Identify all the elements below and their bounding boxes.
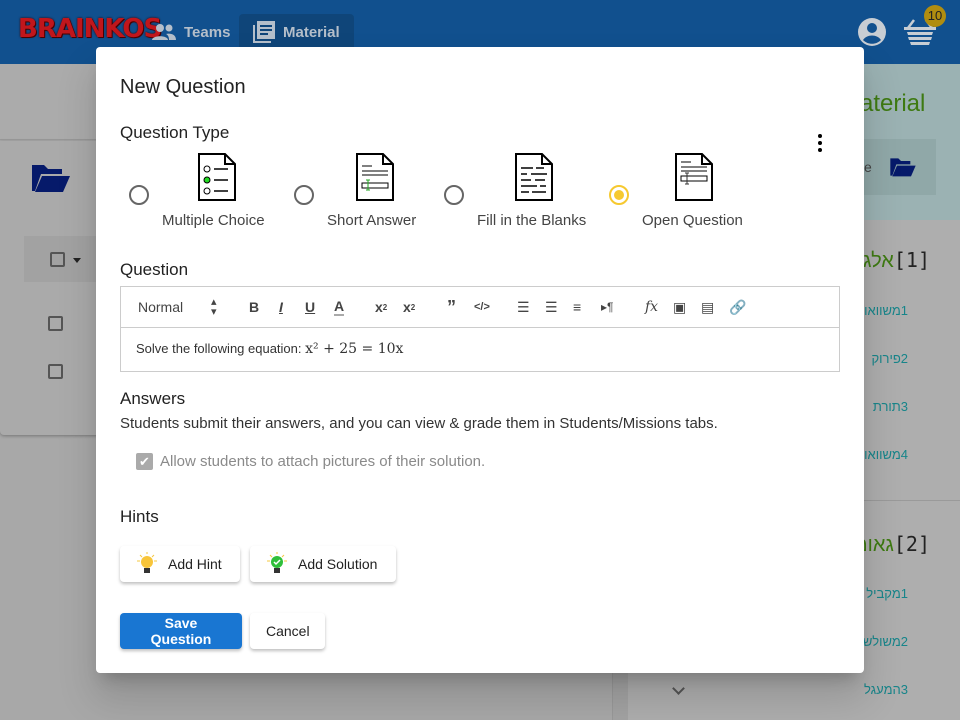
add-solution-label: Add Solution bbox=[298, 556, 378, 572]
lightbulb-icon bbox=[137, 552, 157, 573]
editor-toolbar: Normal ▴ ▾ B I U A x2 x2 ” </> ☰ ☰ ≡ ▸¶ f… bbox=[121, 287, 839, 328]
more-vert-icon[interactable] bbox=[812, 133, 828, 153]
library-books-icon bbox=[253, 21, 275, 43]
allow-pictures-checkbox[interactable]: ✔ bbox=[136, 453, 153, 470]
bullet-list-icon[interactable]: ☰ bbox=[545, 298, 558, 316]
allow-pictures-label: Allow students to attach pictures of the… bbox=[160, 453, 486, 470]
nav-teams-label: Teams bbox=[184, 23, 231, 41]
link-icon[interactable]: 🔗 bbox=[729, 298, 746, 316]
formula-icon[interactable]: fx bbox=[645, 298, 658, 316]
type-label[interactable]: Multiple Choice bbox=[162, 212, 265, 229]
select-arrows-icon[interactable]: ▴ ▾ bbox=[211, 297, 217, 318]
superscript-icon[interactable]: x2 bbox=[403, 298, 415, 316]
material-link[interactable]: 3תורת bbox=[873, 399, 908, 414]
text-direction-icon[interactable]: ▸¶ bbox=[601, 298, 613, 316]
dialog-title: New Question bbox=[120, 76, 246, 98]
people-icon bbox=[152, 24, 176, 40]
account-circle-icon[interactable] bbox=[857, 17, 887, 47]
italic-icon[interactable]: I bbox=[279, 298, 283, 316]
radio-fill-in-the-blanks[interactable] bbox=[444, 185, 464, 205]
dropdown-arrow-icon[interactable] bbox=[73, 258, 81, 267]
folder-open-icon bbox=[890, 158, 916, 177]
material-link[interactable]: 1משוואו bbox=[864, 303, 908, 318]
section-name: אלג bbox=[863, 250, 894, 272]
row-checkbox[interactable] bbox=[48, 364, 63, 379]
material-link[interactable]: 1מקביל bbox=[866, 586, 908, 601]
ordered-list-icon[interactable]: ☰ bbox=[517, 298, 530, 316]
cancel-button[interactable]: Cancel bbox=[250, 613, 325, 649]
underline-icon[interactable]: U bbox=[305, 298, 315, 316]
add-solution-button[interactable]: Add Solution bbox=[250, 546, 396, 582]
new-question-dialog: New Question Question Type Multiple Choi… bbox=[96, 47, 864, 673]
align-icon[interactable]: ≡ bbox=[573, 298, 581, 316]
row-checkbox[interactable] bbox=[48, 316, 63, 331]
answers-label: Answers bbox=[120, 389, 186, 408]
blockquote-icon[interactable]: ” bbox=[447, 297, 456, 317]
nav-material-label: Material bbox=[283, 23, 340, 41]
question-formula: x² + 25 = 10x bbox=[305, 341, 404, 357]
search-fragment: e bbox=[864, 159, 872, 175]
section-number: [2] bbox=[893, 532, 930, 556]
save-question-button[interactable]: Save Question bbox=[120, 613, 242, 649]
fill-in-blanks-icon bbox=[515, 153, 553, 201]
add-hint-label: Add Hint bbox=[168, 556, 222, 572]
section-title[interactable]: [1]אלג bbox=[863, 248, 930, 273]
lightbulb-check-icon bbox=[267, 552, 287, 573]
type-label[interactable]: Open Question bbox=[642, 212, 743, 229]
radio-multiple-choice[interactable] bbox=[129, 185, 149, 205]
material-link[interactable]: 2פירוק bbox=[871, 351, 908, 366]
type-label[interactable]: Short Answer bbox=[327, 212, 416, 229]
question-label: Question bbox=[120, 260, 189, 279]
short-answer-icon bbox=[356, 153, 394, 201]
material-link[interactable]: 4משוואו bbox=[864, 447, 908, 462]
code-block-icon[interactable]: </> bbox=[474, 298, 490, 316]
subscript-icon[interactable]: x2 bbox=[375, 298, 387, 316]
question-type-label: Question Type bbox=[120, 123, 230, 142]
open-question-icon bbox=[675, 153, 713, 201]
multiple-choice-icon bbox=[198, 153, 236, 201]
nav-teams[interactable]: Teams bbox=[138, 14, 244, 50]
question-editor[interactable]: Normal ▴ ▾ B I U A x2 x2 ” </> ☰ ☰ ≡ ▸¶ f… bbox=[120, 286, 840, 372]
type-label[interactable]: Fill in the Blanks bbox=[477, 212, 586, 229]
question-text: Solve the following equation: bbox=[136, 341, 306, 356]
radio-short-answer[interactable] bbox=[294, 185, 314, 205]
format-select[interactable]: Normal bbox=[138, 299, 183, 315]
answers-description: Students submit their answers, and you c… bbox=[120, 415, 718, 432]
material-link[interactable]: 3המעגל bbox=[864, 682, 908, 697]
radio-open-question[interactable] bbox=[609, 185, 629, 205]
section-number: [1] bbox=[893, 248, 930, 272]
section-title[interactable]: [2]גאומ bbox=[854, 532, 930, 557]
text-color-icon[interactable]: A bbox=[334, 298, 345, 316]
add-hint-button[interactable]: Add Hint bbox=[120, 546, 240, 582]
folder-open-icon bbox=[32, 165, 70, 192]
video-icon[interactable]: ▤ bbox=[701, 298, 714, 316]
bold-icon[interactable]: B bbox=[249, 298, 259, 316]
material-link[interactable]: 2משולש bbox=[863, 634, 908, 649]
hints-label: Hints bbox=[120, 507, 159, 526]
editor-content[interactable]: Solve the following equation: x² + 25 = … bbox=[121, 328, 839, 370]
select-all-checkbox[interactable] bbox=[50, 252, 65, 267]
image-icon[interactable]: ▣ bbox=[673, 298, 686, 316]
cart-count-badge: 10 bbox=[924, 5, 946, 27]
